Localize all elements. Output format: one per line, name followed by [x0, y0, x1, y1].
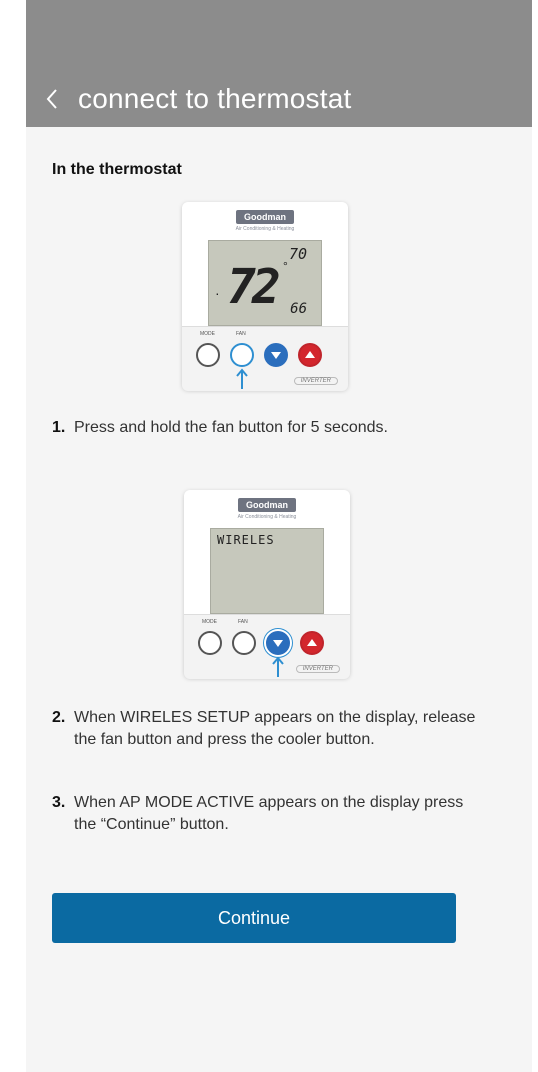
brand-logo: Goodman — [236, 210, 294, 224]
fan-label: FAN — [238, 619, 248, 625]
mode-label: MODE — [202, 619, 217, 625]
lcd-dot: · — [215, 285, 220, 301]
brand-logo: Goodman — [238, 498, 296, 512]
down-arrow-icon — [271, 352, 281, 359]
chevron-left-icon — [46, 88, 57, 109]
step-number: 1. — [52, 419, 66, 436]
brand-subtitle: Air Conditioning & Heating — [235, 226, 295, 232]
pointer-arrow-icon — [272, 656, 284, 677]
fan-button-image — [232, 631, 256, 655]
fan-label: FAN — [236, 331, 246, 337]
up-button-image — [298, 343, 322, 367]
thermostat-image-wireless: Goodman Air Conditioning & Heating WIREL… — [184, 490, 350, 679]
back-button[interactable] — [40, 84, 64, 114]
lcd-humidity: 66 — [290, 301, 307, 317]
step-text: When AP MODE ACTIVE appears on the displ… — [74, 794, 464, 833]
step-3: 3. When AP MODE ACTIVE appears on the di… — [52, 792, 482, 836]
mode-button-image — [198, 631, 222, 655]
header-bar: connect to thermostat — [26, 70, 532, 127]
step-2: 2. When WIRELES SETUP appears on the dis… — [52, 707, 482, 751]
step-number: 3. — [52, 794, 66, 811]
button-panel: MODE FAN INVERTER — [182, 326, 348, 391]
mode-button-image — [196, 343, 220, 367]
inverter-badge: INVERTER — [295, 665, 340, 673]
lcd-setpoint: 70 — [288, 245, 307, 263]
mode-label: MODE — [200, 331, 215, 337]
up-button-image — [300, 631, 324, 655]
lcd-degree: ° — [283, 259, 288, 273]
step-text: Press and hold the fan button for 5 seco… — [74, 419, 388, 436]
brand-subtitle: Air Conditioning & Heating — [237, 514, 297, 520]
up-arrow-icon — [307, 639, 317, 646]
up-arrow-icon — [305, 351, 315, 358]
fan-button-image — [230, 343, 254, 367]
step-number: 2. — [52, 709, 66, 726]
lcd-display: WIRELES — [210, 528, 324, 614]
status-bar — [26, 0, 532, 70]
lcd-display: · 72 ° 70 66 — [208, 240, 322, 326]
down-arrow-icon — [273, 640, 283, 647]
down-button-image — [264, 343, 288, 367]
continue-button[interactable]: Continue — [52, 893, 456, 943]
inverter-badge: INVERTER — [293, 377, 338, 385]
pointer-arrow-icon — [236, 368, 248, 389]
step-text: When WIRELES SETUP appears on the displa… — [74, 709, 476, 748]
page-title: connect to thermostat — [78, 82, 352, 114]
down-button-image — [266, 631, 290, 655]
step-1: 1. Press and hold the fan button for 5 s… — [52, 417, 482, 439]
lcd-temperature: 72 — [227, 259, 281, 315]
button-panel: MODE FAN INVERTER — [184, 614, 350, 679]
lcd-wireless-text: WIRELES — [217, 533, 275, 547]
thermostat-image-fan: Goodman Air Conditioning & Heating · 72 … — [182, 202, 348, 391]
section-title: In the thermostat — [52, 161, 182, 178]
